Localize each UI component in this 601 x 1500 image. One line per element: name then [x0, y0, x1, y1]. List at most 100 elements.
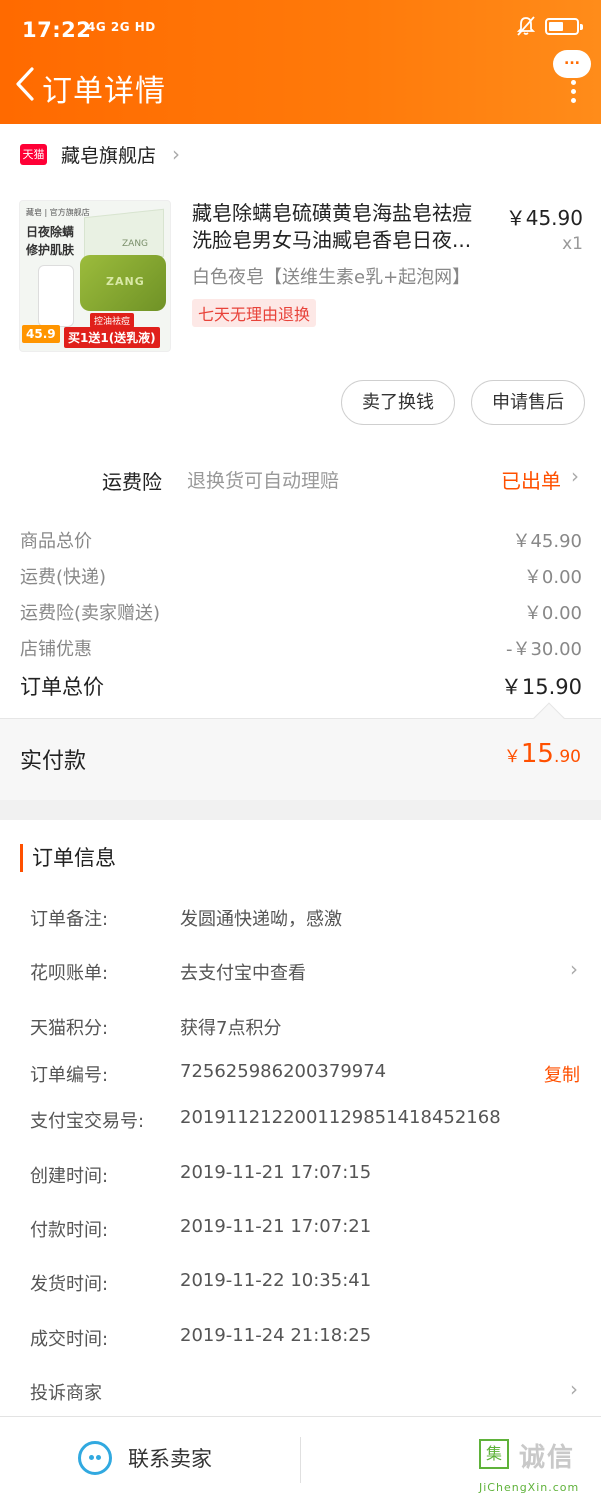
amount-paid-row: 实付款 ￥15.90	[0, 702, 601, 800]
status-icons	[517, 16, 583, 36]
info-key: 订单备注:	[30, 909, 109, 930]
info-row-shipped-time: 发货时间: 2019-11-22 10:35:41	[30, 1268, 582, 1298]
info-value: 2019-11-24 21:18:25	[180, 1325, 372, 1346]
info-value: 725625986200379974	[180, 1061, 387, 1082]
price-row-shop-discount: 店铺优惠 -￥30.00	[20, 631, 582, 665]
order-total-value: ￥15.90	[500, 675, 582, 699]
product-price: ￥45.90	[505, 206, 583, 230]
product-title-line-2: 洗脸皂男女马油臧皂香皂日夜...	[192, 228, 472, 252]
info-value: 获得7点积分	[180, 1018, 282, 1039]
info-key: 成交时间:	[30, 1329, 109, 1350]
price-row-shipping: 运费(快递) ￥0.00	[20, 559, 582, 593]
price-label: 商品总价	[20, 531, 92, 552]
info-row-completed-time: 成交时间: 2019-11-24 21:18:25	[30, 1323, 582, 1353]
shipping-insurance-row[interactable]: 运费险 退换货可自动理赔 已出单 ›	[0, 454, 601, 502]
info-row-order-number: 订单编号: 725625986200379974 复制	[30, 1059, 582, 1089]
info-row-paid-time: 付款时间: 2019-11-21 17:07:21	[30, 1214, 582, 1244]
more-vertical-icon	[571, 80, 576, 103]
watermark-text: 诚信	[519, 1443, 576, 1473]
price-row-shipping-insurance: 运费险(卖家赠送) ￥0.00	[20, 595, 582, 629]
price-value: ￥0.00	[523, 603, 582, 624]
info-key: 投诉商家	[30, 1383, 102, 1404]
chevron-right-icon: ›	[570, 957, 578, 981]
info-row-created-time: 创建时间: 2019-11-21 17:07:15	[30, 1160, 582, 1190]
message-bubble-icon: ...	[553, 50, 591, 78]
page-title: 订单详情	[42, 74, 166, 109]
chevron-right-icon: ›	[571, 464, 579, 488]
order-info-title: 订单信息	[20, 844, 116, 872]
tmall-logo-icon: 天猫	[20, 143, 47, 165]
info-key: 花呗账单:	[30, 963, 109, 984]
insurance-description: 退换货可自动理赔	[187, 470, 340, 492]
info-value: 2019112122001129851418452168	[180, 1107, 501, 1128]
insurance-label: 运费险	[102, 470, 162, 494]
site-watermark: 集 诚信 JiChengXin.com	[479, 1437, 597, 1497]
info-value: 去支付宝中查看	[180, 963, 306, 984]
insurance-status: 已出单	[501, 469, 561, 493]
chevron-right-icon: ›	[570, 1377, 578, 1401]
amount-paid-integer: 15	[520, 739, 554, 769]
price-value: ￥45.90	[512, 531, 582, 552]
info-key: 发货时间:	[30, 1274, 109, 1295]
info-row-huabei[interactable]: 花呗账单: 去支付宝中查看 ›	[30, 957, 582, 987]
signal-indicator: 4G 2G HD	[87, 20, 156, 34]
product-sku: 白色夜皂【送维生素e乳+起泡网】	[192, 267, 471, 288]
info-value: 2019-11-21 17:07:15	[180, 1162, 372, 1183]
info-key: 天猫积分:	[30, 1018, 109, 1039]
chevron-left-icon	[16, 67, 34, 101]
info-row-alipay-trade-no: 支付宝交易号: 2019112122001129851418452168	[30, 1105, 582, 1135]
chevron-right-icon: ›	[172, 142, 181, 166]
section-divider	[0, 800, 601, 820]
more-menu-button[interactable]: ...	[551, 48, 591, 106]
info-key: 创建时间:	[30, 1166, 109, 1187]
copy-button[interactable]: 复制	[544, 1061, 580, 1087]
status-bar: 17:22 4G 2G HD	[0, 0, 601, 60]
info-value: 发圆通快递呦，感激	[180, 909, 342, 930]
contact-seller-button[interactable]: 联系卖家	[78, 1441, 212, 1475]
bell-off-icon	[517, 16, 535, 36]
smiley-chat-icon	[78, 1441, 112, 1475]
product-image-soap-label: ZANG	[106, 275, 145, 288]
complain-merchant-row[interactable]: 投诉商家 ›	[30, 1377, 582, 1407]
notch-decoration	[533, 702, 565, 734]
status-time: 17:22	[22, 18, 92, 42]
info-key: 订单编号:	[30, 1065, 109, 1086]
battery-icon	[545, 17, 583, 35]
product-item[interactable]: 藏皂 | 官方旗舰店 日夜除螨 修护肌肤 ZANG ZANG 控油祛痘 45.9…	[0, 196, 601, 356]
bottom-bar: 联系卖家 集 诚信 JiChengXin.com	[0, 1416, 601, 1500]
back-button[interactable]	[10, 64, 40, 104]
amount-paid-value: ￥15.90	[504, 739, 581, 769]
amount-paid-label: 实付款	[20, 749, 87, 774]
watermark-mark: 集	[479, 1439, 509, 1469]
amount-paid-decimal: .90	[553, 747, 581, 767]
price-row-order-total: 订单总价 ￥15.90	[20, 671, 582, 705]
price-row-goods-total: 商品总价 ￥45.90	[20, 523, 582, 557]
info-value: 2019-11-22 10:35:41	[180, 1270, 372, 1291]
sell-button[interactable]: 卖了换钱	[341, 380, 455, 425]
return-policy-badge: 七天无理由退换	[192, 299, 317, 327]
lotion-tube-shape	[38, 265, 74, 327]
watermark-url: JiChengXin.com	[479, 1481, 580, 1494]
product-title[interactable]: 藏皂除螨皂硫磺黄皂海盐皂祛痘 洗脸皂男女马油臧皂香皂日夜...	[192, 200, 496, 254]
app-header: 17:22 4G 2G HD 订单详情 ...	[0, 0, 601, 124]
price-label: 运费险(卖家赠送)	[20, 603, 161, 624]
product-image-price: 45.9	[22, 325, 60, 343]
after-sale-button[interactable]: 申请售后	[471, 380, 585, 425]
order-total-label: 订单总价	[20, 675, 104, 699]
info-value: 2019-11-21 17:07:21	[180, 1216, 372, 1237]
product-image-tag: 控油祛痘	[90, 313, 135, 328]
product-image-feature: 日夜除螨 修护肌肤	[26, 225, 75, 257]
divider	[300, 1437, 301, 1483]
order-actions: 卖了换钱 申请售后	[341, 380, 585, 425]
price-value: -￥30.00	[505, 639, 582, 660]
shop-name: 藏皂旗舰店	[61, 144, 157, 167]
product-image-brand: 藏皂 | 官方旗舰店	[26, 208, 90, 217]
product-image[interactable]: 藏皂 | 官方旗舰店 日夜除螨 修护肌肤 ZANG ZANG 控油祛痘 45.9…	[19, 200, 171, 352]
info-key: 付款时间:	[30, 1220, 109, 1241]
product-image-promo: 买1送1(送乳液)	[64, 327, 160, 348]
contact-seller-label: 联系卖家	[128, 1447, 212, 1471]
shop-row[interactable]: 天猫 藏皂旗舰店 ›	[0, 124, 601, 184]
price-value: ￥0.00	[523, 567, 582, 588]
amount-paid-currency: ￥	[503, 747, 521, 767]
info-row-points: 天猫积分: 获得7点积分	[30, 1012, 582, 1042]
